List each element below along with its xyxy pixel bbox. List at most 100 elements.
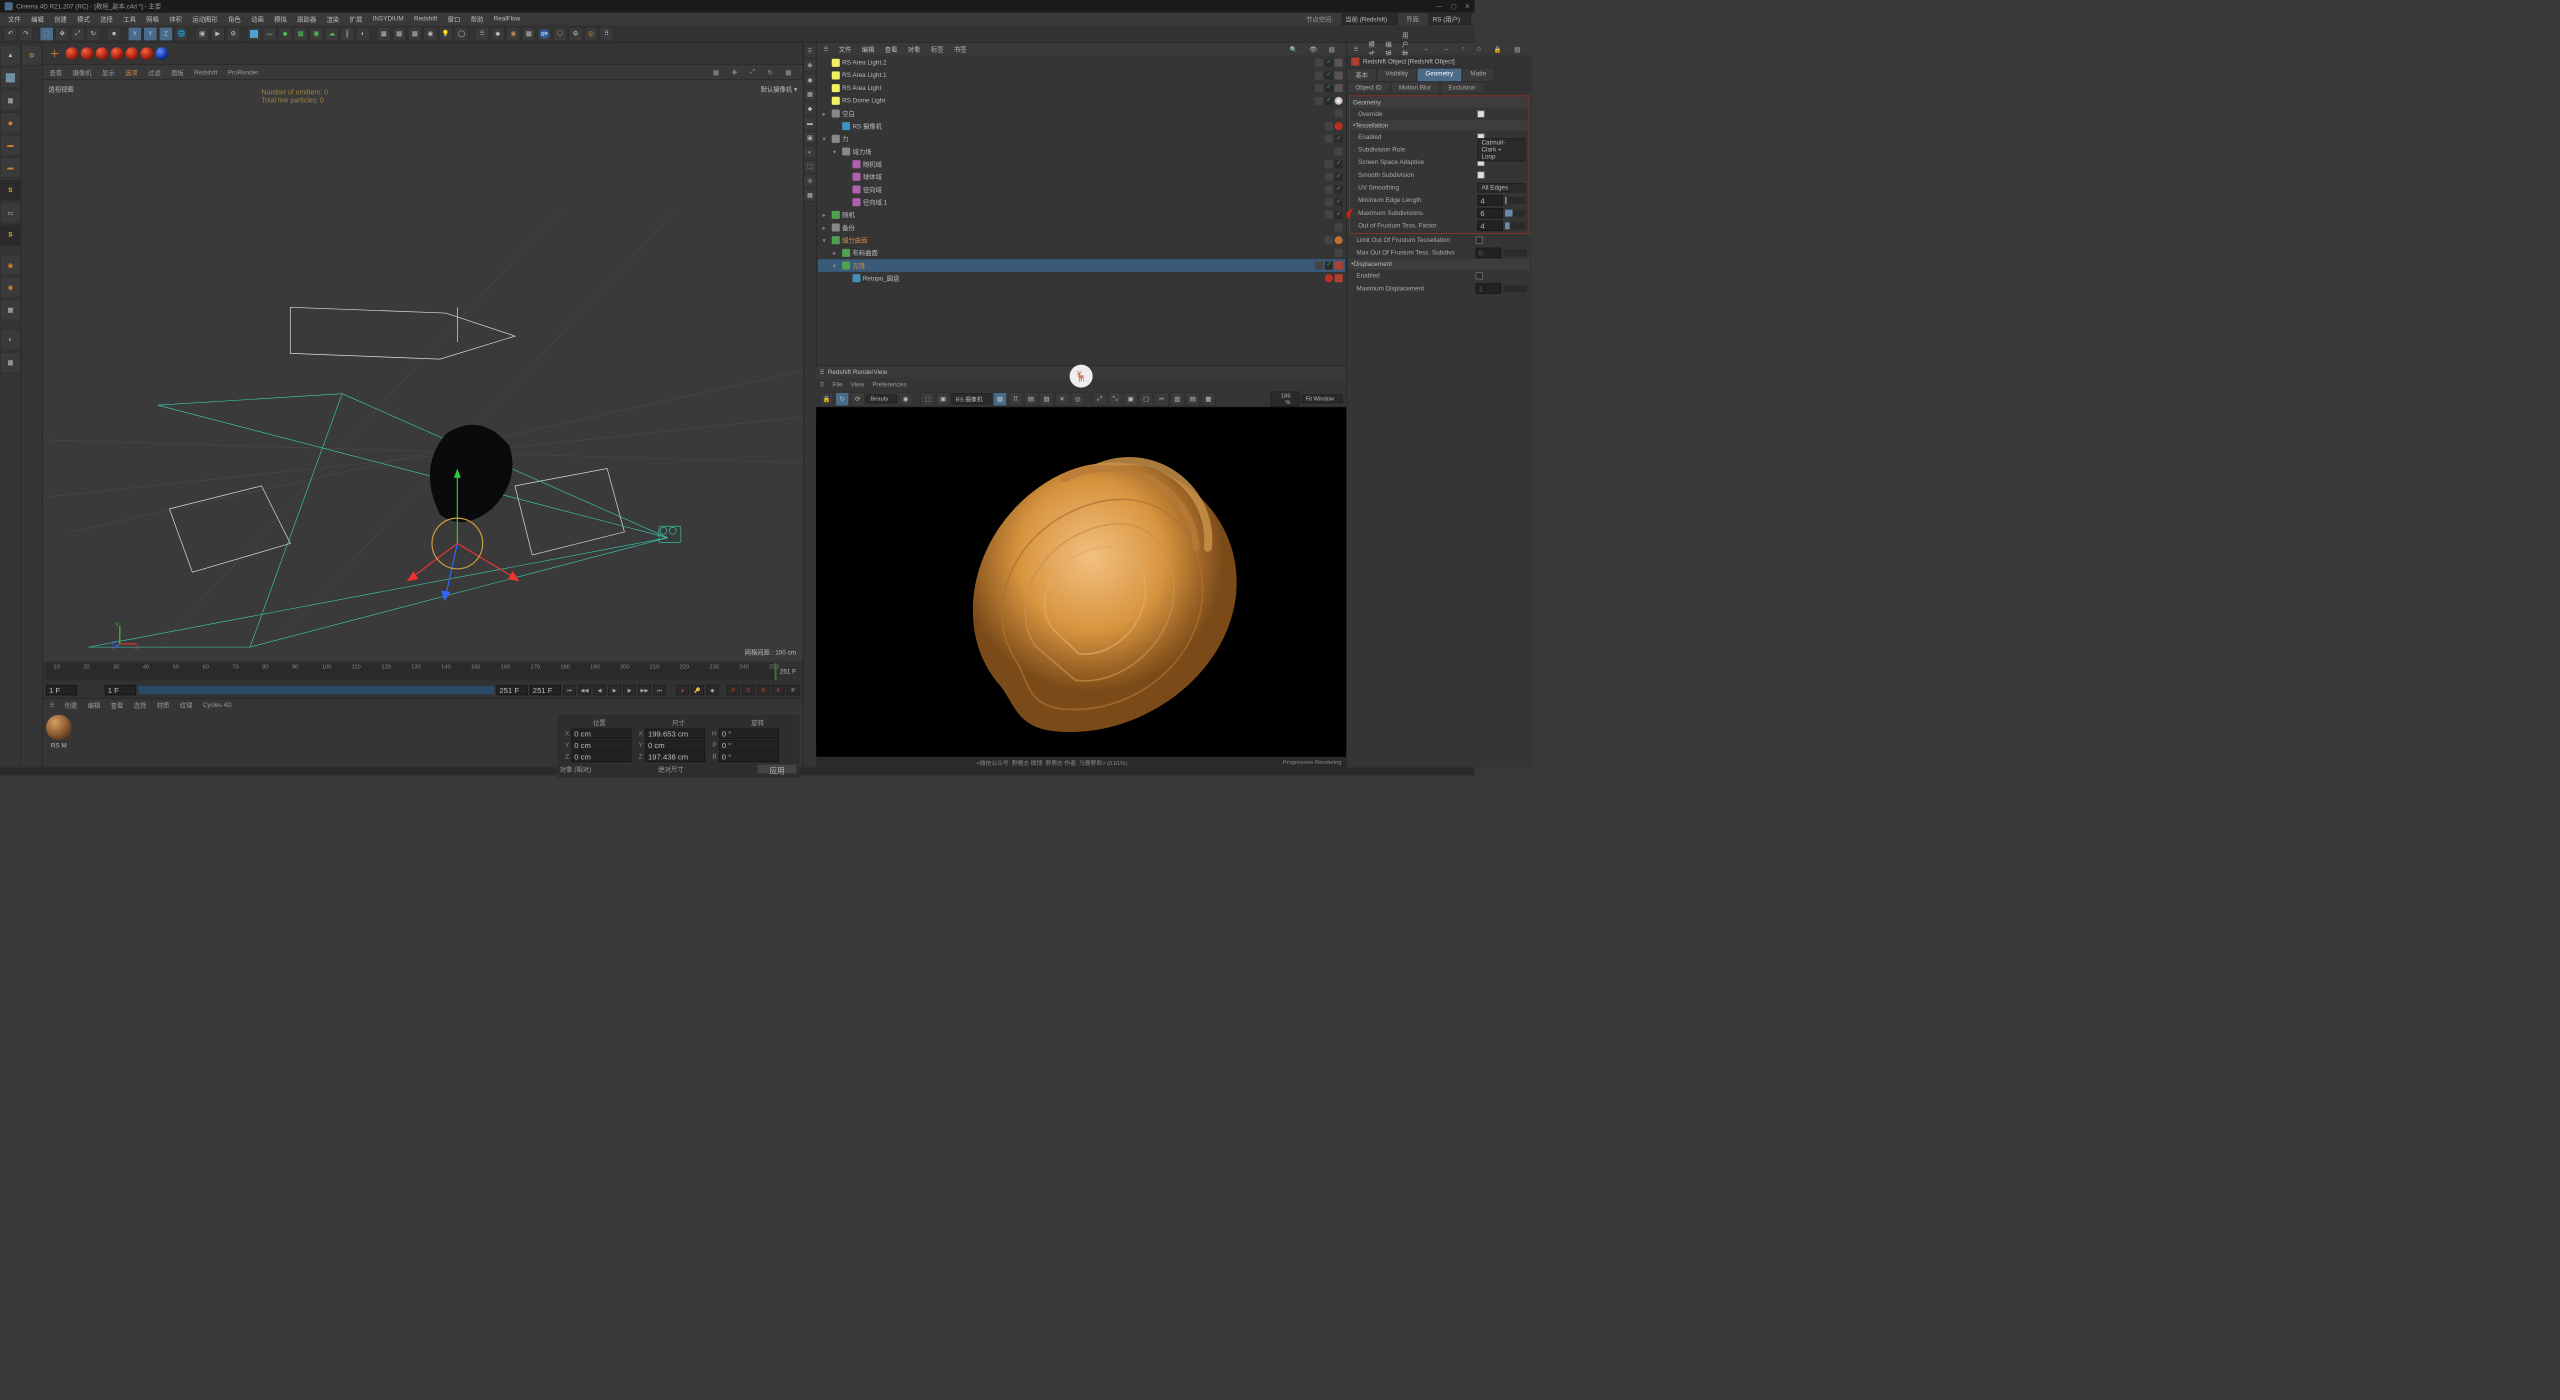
xray-button[interactable]: ◐: [0, 329, 21, 350]
add-light-button[interactable]: ◐: [356, 27, 370, 41]
om-objects[interactable]: 对象: [903, 44, 925, 54]
z-axis-toggle[interactable]: Z: [159, 27, 173, 41]
mat-create[interactable]: 创建: [60, 700, 82, 710]
mat-cycles[interactable]: Cycles 4D: [198, 701, 236, 709]
render-settings-button[interactable]: ⚙: [226, 27, 240, 41]
mat-edit[interactable]: 编辑: [83, 700, 105, 710]
tag-vis[interactable]: [1335, 249, 1343, 257]
disp-enabled-checkbox[interactable]: [1476, 272, 1483, 279]
tag-vis[interactable]: [1325, 198, 1333, 206]
object-name[interactable]: 随机: [842, 210, 928, 219]
expand-toggle[interactable]: ▸: [833, 249, 840, 256]
material-thumb[interactable]: [46, 715, 71, 740]
om-search-icon[interactable]: 🔍: [1285, 45, 1302, 54]
rs-mat-3[interactable]: [96, 47, 109, 60]
snap-8[interactable]: ◐: [804, 146, 817, 159]
menu-volume[interactable]: 体积: [165, 13, 187, 25]
menu-file[interactable]: 文件: [3, 13, 25, 25]
coord-mode-2[interactable]: 绝对尺寸: [658, 764, 754, 773]
vp-rotate-icon[interactable]: ↻: [763, 67, 778, 77]
tag-vis[interactable]: [1325, 173, 1333, 181]
tag-vis[interactable]: [1315, 71, 1323, 79]
goto-end-button[interactable]: ⏭: [653, 685, 666, 695]
isoline-button[interactable]: ▦: [0, 352, 21, 373]
rv-pick-button[interactable]: ◎: [1071, 392, 1085, 406]
rv-b[interactable]: ⤡: [1108, 392, 1122, 406]
vp-filter[interactable]: 过滤: [143, 67, 165, 79]
object-name[interactable]: 克隆: [852, 261, 938, 270]
tag-chk[interactable]: ✓: [1325, 84, 1333, 92]
xp-button[interactable]: ⠿: [600, 27, 614, 41]
volume-button[interactable]: ◉: [423, 27, 437, 41]
subdiv-rule-dropdown[interactable]: Catmull-Clark + Loop: [1477, 138, 1525, 161]
coord-field[interactable]: [571, 729, 631, 739]
menu-help[interactable]: 帮助: [466, 13, 488, 25]
attr-home-icon[interactable]: ⌂: [1473, 45, 1486, 54]
keyframe-sel-button[interactable]: ◆: [706, 685, 719, 695]
outfrust-field[interactable]: [1477, 221, 1502, 231]
expand-toggle[interactable]: ▾: [833, 148, 840, 155]
rv-zoom-field[interactable]: 185 %: [1270, 391, 1299, 406]
vp-zoom-icon[interactable]: ✥: [727, 67, 742, 77]
prev-key-button[interactable]: ◀◀: [578, 685, 591, 695]
mograph-button[interactable]: ⠿: [475, 27, 489, 41]
tag-ex[interactable]: [1335, 262, 1343, 270]
menu-select[interactable]: 选择: [96, 13, 118, 25]
grid-b-button[interactable]: ▦: [392, 27, 406, 41]
object-name[interactable]: RS Area Light.2: [842, 59, 928, 66]
move-tool[interactable]: ✥: [55, 27, 69, 41]
menu-animate[interactable]: 动画: [247, 13, 269, 25]
light-button[interactable]: 💡: [439, 27, 453, 41]
coord-field[interactable]: [645, 729, 705, 739]
object-row[interactable]: ▸布料曲面: [818, 247, 1345, 260]
tag-vis[interactable]: [1325, 211, 1333, 219]
vp-panel[interactable]: 面板: [166, 67, 188, 79]
x-axis-toggle[interactable]: X: [128, 27, 142, 41]
rv-grid3-button[interactable]: ▤: [1024, 392, 1038, 406]
rv-snapshot-button[interactable]: ▣: [936, 392, 950, 406]
tab-matte[interactable]: Matte: [1462, 68, 1495, 82]
mat-texture[interactable]: 纹理: [175, 700, 197, 710]
object-name[interactable]: 力: [842, 134, 928, 143]
menu-window[interactable]: 窗口: [443, 13, 465, 25]
tag-rs[interactable]: [1335, 71, 1343, 79]
tag-vis[interactable]: [1335, 147, 1343, 155]
object-name[interactable]: RS Dome Light: [842, 97, 928, 104]
tag-vis[interactable]: [1315, 97, 1323, 105]
tag-vis[interactable]: [1325, 185, 1333, 193]
add-cube-button[interactable]: [247, 27, 261, 41]
next-key-button[interactable]: ▶▶: [638, 685, 651, 695]
object-name[interactable]: RS Area Light.1: [842, 72, 928, 79]
grid-a-button[interactable]: ▦: [377, 27, 391, 41]
frame-start-field-2[interactable]: [105, 685, 136, 695]
menu-render[interactable]: 渲染: [322, 13, 344, 25]
expand-toggle[interactable]: ▾: [823, 135, 830, 142]
rv-g[interactable]: ▤: [1186, 392, 1200, 406]
object-name[interactable]: 空白: [842, 109, 928, 118]
tag-chk[interactable]: ✓: [1335, 185, 1343, 193]
tag-red[interactable]: [1325, 274, 1333, 282]
frame-start-field[interactable]: [46, 685, 77, 695]
tag-chk[interactable]: ✓: [1335, 198, 1343, 206]
rv-lock-button[interactable]: 🔒: [820, 392, 834, 406]
object-row[interactable]: ▾力✓: [818, 132, 1345, 145]
menu-redshift[interactable]: Redshift: [409, 14, 441, 23]
rv-grid2-button[interactable]: ⠿: [1008, 392, 1022, 406]
menu-realflow[interactable]: RealFlow: [489, 14, 525, 23]
object-row[interactable]: RS 摄像机: [818, 120, 1345, 133]
vp-options[interactable]: 选项: [120, 67, 142, 79]
maxsub-slider[interactable]: [1505, 210, 1525, 217]
attr-back-icon[interactable]: ←: [1419, 45, 1435, 54]
rs-mat-2[interactable]: [81, 47, 94, 60]
object-row[interactable]: ▸备份: [818, 221, 1345, 234]
tab-geometry[interactable]: Geometry: [1417, 68, 1462, 82]
tag-vis[interactable]: [1335, 109, 1343, 117]
menu-mesh[interactable]: 网格: [142, 13, 164, 25]
effector-button[interactable]: ◆: [491, 27, 505, 41]
close-button[interactable]: ✕: [1465, 3, 1470, 10]
snap-10[interactable]: ◎: [804, 175, 817, 188]
tag-vis[interactable]: [1325, 236, 1333, 244]
workplane-toggle[interactable]: ▭: [0, 202, 21, 223]
vp-orbit-icon[interactable]: ⤢: [745, 67, 759, 77]
coord-apply-button[interactable]: 应用: [757, 764, 797, 774]
